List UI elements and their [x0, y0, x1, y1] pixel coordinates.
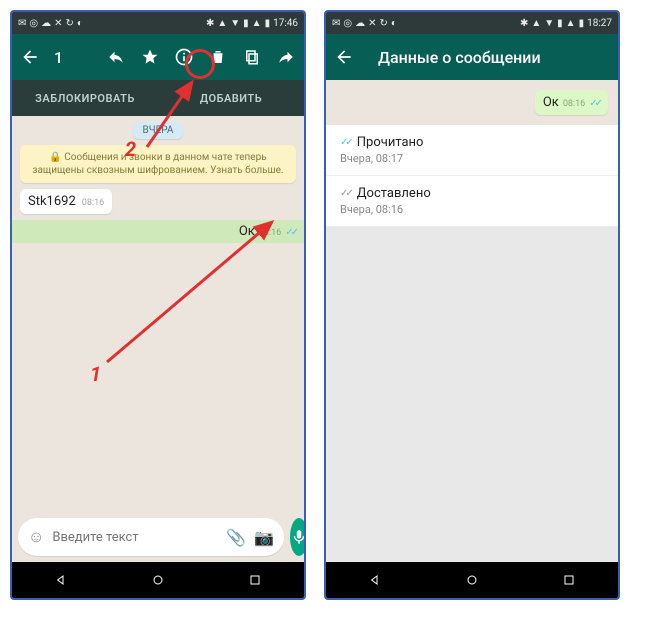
incoming-time: 08:16 [82, 198, 104, 208]
read-ticks-icon: ✓✓ [285, 227, 296, 238]
selection-count: 1 [54, 48, 63, 67]
tab-block[interactable]: ЗАБЛОКИРОВАТЬ [12, 80, 158, 116]
tab-add[interactable]: ДОБАВИТЬ [158, 80, 304, 116]
message-input[interactable] [52, 530, 218, 545]
read-ticks-icon: ✓✓ [589, 98, 600, 109]
copy-icon[interactable] [242, 47, 262, 67]
status-icons-right: ✱▲▼▮▲▮ 17:46 [206, 18, 298, 29]
info-body: Ок 08:16 ✓✓ ✓✓ Прочитано Вчера, 08:17 ✓✓… [326, 80, 618, 562]
status-bar: ✉◎☁✕↻◐ ✱▲▼▮▲▮ 17:46 [12, 12, 304, 34]
preview-text: Ок [543, 95, 559, 110]
status-icons-right: ✱▲▼▮▲▮ 18:27 [520, 18, 612, 29]
outgoing-time: 08:16 [259, 228, 281, 238]
message-input-field[interactable]: ☺ 📎 📷 [18, 518, 284, 556]
delivered-row: ✓✓ Доставлено Вчера, 08:16 [326, 176, 618, 227]
outgoing-text: Ок [239, 224, 255, 239]
nav-home-icon[interactable] [464, 572, 480, 588]
forward-icon[interactable] [276, 47, 296, 67]
message-preview: Ок 08:16 ✓✓ [535, 90, 608, 115]
incoming-text: Stk1692 [28, 194, 76, 209]
input-bar: ☺ 📎 📷 [12, 512, 304, 562]
status-list: ✓✓ Прочитано Вчера, 08:17 ✓✓ Доставлено … [326, 125, 618, 227]
read-row: ✓✓ Прочитано Вчера, 08:17 [326, 125, 618, 176]
voice-button[interactable] [290, 518, 306, 556]
status-time: 17:46 [273, 18, 298, 29]
read-ticks-icon: ✓✓ [340, 137, 351, 148]
attach-icon[interactable]: 📎 [226, 528, 246, 547]
selection-header: 1 [12, 34, 304, 80]
phone-right: ✉◎☁✕↻◐ ✱▲▼▮▲▮ 18:27 Данные о сообщении О… [324, 10, 620, 600]
info-header: Данные о сообщении [326, 34, 618, 80]
info-icon[interactable] [174, 47, 194, 67]
chat-area: ВЧЕРА 🔒 Сообщения и звонки в данном чате… [12, 116, 304, 512]
delivered-ticks-icon: ✓✓ [340, 188, 351, 199]
nav-recent-icon[interactable] [561, 572, 577, 588]
emoji-icon[interactable]: ☺ [28, 527, 44, 547]
status-bar: ✉◎☁✕↻◐ ✱▲▼▮▲▮ 18:27 [326, 12, 618, 34]
page-title: Данные о сообщении [378, 48, 541, 67]
incoming-message[interactable]: Stk1692 08:16 [20, 189, 112, 214]
camera-icon[interactable]: 📷 [254, 528, 274, 547]
read-label: Прочитано [357, 135, 424, 150]
delete-icon[interactable] [208, 47, 228, 67]
nav-recent-icon[interactable] [247, 572, 263, 588]
message-preview-area: Ок 08:16 ✓✓ [326, 80, 618, 125]
date-chip: ВЧЕРА [133, 122, 184, 139]
encryption-notice[interactable]: 🔒 Сообщения и звонки в данном чате тепер… [20, 145, 296, 183]
star-icon[interactable] [140, 47, 160, 67]
preview-time: 08:16 [563, 99, 585, 109]
outgoing-message-selected[interactable]: Ок 08:16 ✓✓ [12, 220, 304, 243]
status-icons-left: ✉◎☁✕↻◐ [332, 18, 397, 29]
android-navbar [326, 562, 618, 598]
nav-back-icon[interactable] [367, 572, 383, 588]
phone-left: ✉◎☁✕↻◐ ✱▲▼▮▲▮ 17:46 1 ЗАБЛОКИРОВАТЬ ДОБА… [10, 10, 306, 600]
delivered-time: Вчера, 08:16 [340, 203, 604, 216]
nav-back-icon[interactable] [53, 572, 69, 588]
read-time: Вчера, 08:17 [340, 152, 604, 165]
back-icon[interactable] [334, 47, 354, 67]
delivered-label: Доставлено [357, 186, 431, 201]
reply-icon[interactable] [106, 47, 126, 67]
android-navbar [12, 562, 304, 598]
action-tabs: ЗАБЛОКИРОВАТЬ ДОБАВИТЬ [12, 80, 304, 116]
status-time: 18:27 [587, 18, 612, 29]
back-icon[interactable] [20, 47, 40, 67]
status-icons-left: ✉◎☁✕↻◐ [18, 18, 83, 29]
nav-home-icon[interactable] [150, 572, 166, 588]
